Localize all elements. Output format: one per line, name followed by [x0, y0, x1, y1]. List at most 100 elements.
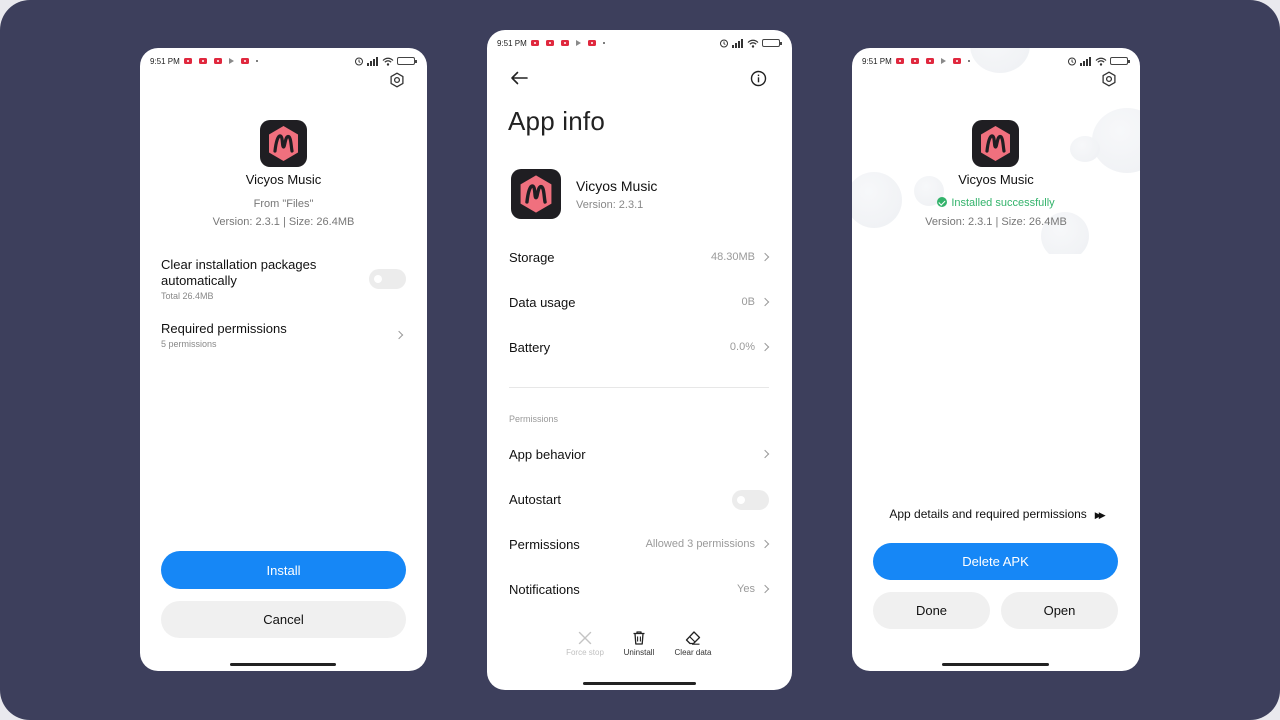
storage-label: Storage: [509, 250, 555, 265]
permissions-row[interactable]: Permissions Allowed 3 permissions: [509, 534, 771, 556]
battery-row[interactable]: Battery 0.0%: [509, 337, 771, 359]
app-behavior-row[interactable]: App behavior: [509, 444, 771, 466]
done-button[interactable]: Done: [873, 592, 990, 629]
trash-icon: [633, 631, 645, 645]
chevron-right-icon: [760, 584, 770, 594]
content-backdrop: [852, 254, 1140, 284]
double-chevron-right-icon: ▶▶: [1094, 510, 1106, 520]
chevron-right-icon: [760, 297, 770, 307]
signal-icon: [367, 56, 378, 66]
notifications-row[interactable]: Notifications Yes: [509, 579, 771, 601]
chevron-right-icon: [760, 449, 770, 459]
notification-icon: [545, 40, 554, 46]
wifi-icon: [382, 57, 394, 66]
open-button[interactable]: Open: [1001, 592, 1118, 629]
clear-packages-title: Clear installation packages automaticall…: [161, 257, 317, 288]
more-notifications-icon: [255, 60, 258, 62]
install-result-screen: 9:51 PM Vicyos Music Installed successfu…: [852, 48, 1140, 671]
play-store-icon: [228, 58, 234, 64]
cancel-button[interactable]: Cancel: [161, 601, 406, 638]
decorative-bubble: [1092, 108, 1140, 173]
status-time: 9:51 PM: [862, 56, 892, 66]
check-circle-icon: [937, 197, 948, 207]
play-store-icon: [940, 58, 946, 64]
section-divider: [509, 387, 769, 388]
app-icon: [511, 169, 561, 219]
app-behavior-label: App behavior: [509, 447, 586, 462]
uninstall-label: Uninstall: [623, 648, 655, 657]
notification-icon: [240, 58, 249, 64]
install-button[interactable]: Install: [161, 551, 406, 589]
alarm-icon: [355, 57, 363, 66]
app-name: Vicyos Music: [245, 172, 322, 187]
alarm-icon: [1068, 57, 1076, 66]
home-indicator[interactable]: [230, 663, 336, 666]
notifications-value: Yes: [737, 583, 755, 595]
app-info-screen: 9:51 PM App info Vicyos Music Version: 2…: [487, 30, 792, 690]
force-stop-label: Force stop: [566, 648, 604, 657]
notification-icon: [952, 58, 961, 64]
close-icon: [578, 631, 592, 645]
chevron-right-icon: [760, 539, 770, 549]
app-name: Vicyos Music: [576, 178, 658, 194]
showcase-background: 9:51 PM Vicyos Music From "Files" Versio…: [0, 0, 1280, 720]
clear-packages-row: Clear installation packages automaticall…: [161, 257, 351, 301]
app-details-link[interactable]: App details and required permissions ▶▶: [852, 507, 1140, 521]
signal-icon: [732, 38, 743, 48]
notification-icon: [925, 58, 934, 64]
more-notifications-icon: [967, 60, 970, 62]
autostart-toggle[interactable]: [732, 490, 769, 510]
notification-icon: [183, 58, 192, 64]
data-usage-row[interactable]: Data usage 0B: [509, 292, 771, 314]
notification-icon: [198, 58, 207, 64]
app-version-size: Version: 2.3.1 | Size: 26.4MB: [212, 216, 355, 228]
status-time: 9:51 PM: [150, 56, 180, 66]
battery-icon: [762, 39, 782, 47]
clear-data-action[interactable]: Clear data: [663, 630, 723, 657]
permissions-value: Allowed 3 permissions: [645, 538, 755, 550]
data-usage-label: Data usage: [509, 295, 576, 310]
app-version: Version: 2.3.1: [576, 199, 644, 211]
delete-apk-button[interactable]: Delete APK: [873, 543, 1118, 580]
home-indicator[interactable]: [583, 682, 696, 685]
app-name: Vicyos Music: [958, 172, 1034, 187]
data-usage-value: 0B: [741, 296, 755, 308]
required-permissions-title: Required permissions: [161, 321, 287, 336]
battery-value: 0.0%: [729, 341, 755, 353]
chevron-right-icon: [760, 252, 770, 262]
battery-icon: [1110, 57, 1130, 65]
app-icon: [260, 120, 307, 167]
chevron-right-icon: [394, 330, 404, 340]
more-notifications-icon: [602, 42, 605, 44]
permissions-section-header: Permissions: [509, 414, 559, 424]
back-arrow-icon[interactable]: [509, 70, 529, 86]
info-icon[interactable]: [750, 70, 767, 87]
decorative-bubble: [1070, 136, 1100, 162]
notification-icon: [560, 40, 569, 46]
app-icon: [972, 120, 1019, 167]
force-stop-action[interactable]: Force stop: [555, 630, 615, 657]
notification-icon: [910, 58, 919, 64]
status-time: 9:51 PM: [497, 38, 527, 48]
chevron-right-icon: [760, 342, 770, 352]
battery-label: Battery: [509, 340, 551, 355]
settings-gear-icon[interactable]: [1101, 71, 1117, 87]
wifi-icon: [1095, 57, 1107, 66]
play-store-icon: [575, 40, 581, 46]
home-indicator[interactable]: [942, 663, 1049, 666]
storage-row[interactable]: Storage 48.30MB: [509, 247, 771, 269]
install-status: Installed successfully: [852, 197, 1140, 209]
uninstall-action[interactable]: Uninstall: [609, 630, 669, 657]
app-source: From "Files": [253, 198, 314, 210]
storage-value: 48.30MB: [710, 251, 755, 263]
notification-icon: [587, 40, 596, 46]
page-title: App info: [508, 106, 606, 136]
settings-gear-icon[interactable]: [389, 72, 405, 88]
required-permissions-row[interactable]: Required permissions 5 permissions: [161, 321, 381, 349]
notification-icon: [213, 58, 222, 64]
notification-icon: [895, 58, 904, 64]
clear-data-label: Clear data: [674, 648, 712, 657]
status-bar: 9:51 PM: [862, 55, 1130, 67]
clear-packages-toggle[interactable]: [369, 269, 406, 289]
install-status-text: Installed successfully: [951, 197, 1055, 209]
